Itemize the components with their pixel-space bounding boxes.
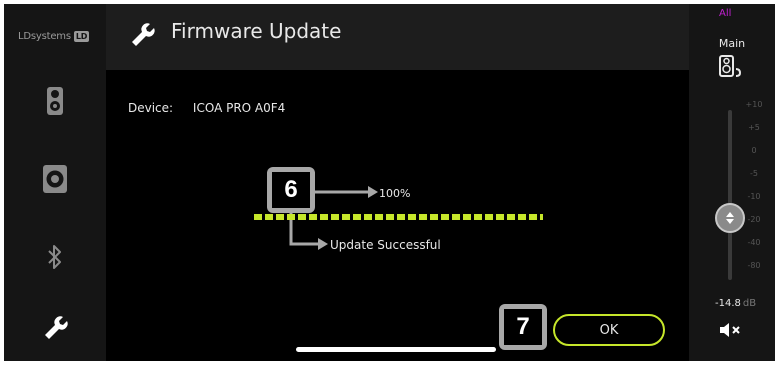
sidebar: LDsystems LD bbox=[4, 4, 106, 361]
wrench-icon[interactable] bbox=[42, 311, 68, 341]
scale-tick-label: +10 bbox=[745, 100, 763, 109]
ok-button[interactable]: OK bbox=[553, 314, 665, 346]
fader-track[interactable] bbox=[728, 110, 732, 280]
callout-6: 6 bbox=[267, 167, 315, 213]
mute-icon[interactable] bbox=[719, 322, 741, 342]
home-indicator[interactable] bbox=[296, 347, 496, 352]
bluetooth-icon[interactable] bbox=[42, 242, 68, 272]
fader-knob[interactable] bbox=[715, 203, 745, 233]
scale-tick-label: -80 bbox=[747, 261, 761, 270]
callout-number: 7 bbox=[504, 309, 542, 345]
level-value: -14.8 bbox=[715, 298, 741, 309]
brand-badge: LD bbox=[73, 31, 90, 42]
mixer-level-readout: -14.8 dB bbox=[715, 298, 756, 309]
wrench-icon bbox=[130, 21, 156, 51]
scale-tick-label: -5 bbox=[750, 169, 758, 178]
scale-tick-label: +5 bbox=[748, 123, 760, 132]
app-window: LDsystems LD Firmware Update Device: ICO… bbox=[4, 4, 775, 361]
fader-updown-icon bbox=[726, 212, 734, 224]
scale-tick-label: -40 bbox=[747, 238, 761, 247]
firmware-update-panel: Device: ICOA PRO A0F4 100% Update Succes… bbox=[106, 70, 689, 361]
level-unit: dB bbox=[742, 298, 757, 309]
scale-tick-label: -20 bbox=[747, 215, 761, 224]
scale-tick-label: -10 bbox=[747, 192, 761, 201]
speaker-link-icon[interactable] bbox=[719, 55, 743, 81]
scale-tick-label: 0 bbox=[751, 146, 757, 155]
mixer-panel: All Main +10 +5 0 -5 -10 -20 -40 -80 -14.8 dB bbox=[689, 4, 775, 361]
brand-logo: LDsystems LD bbox=[18, 31, 90, 42]
progress-percent: 100% bbox=[379, 187, 411, 200]
brand-name: LDsystems bbox=[18, 31, 71, 42]
progress-bar bbox=[254, 214, 543, 220]
speaker-column-icon[interactable] bbox=[42, 86, 68, 116]
callout-number: 6 bbox=[272, 172, 310, 208]
mixer-group-label[interactable]: All bbox=[719, 8, 731, 19]
header-bar: Firmware Update bbox=[106, 4, 689, 70]
callout-7: 7 bbox=[499, 304, 547, 350]
speaker-sub-icon[interactable] bbox=[42, 164, 68, 194]
update-status: Update Successful bbox=[330, 238, 441, 252]
mixer-channel-label: Main bbox=[718, 37, 746, 50]
page-title: Firmware Update bbox=[171, 19, 342, 43]
